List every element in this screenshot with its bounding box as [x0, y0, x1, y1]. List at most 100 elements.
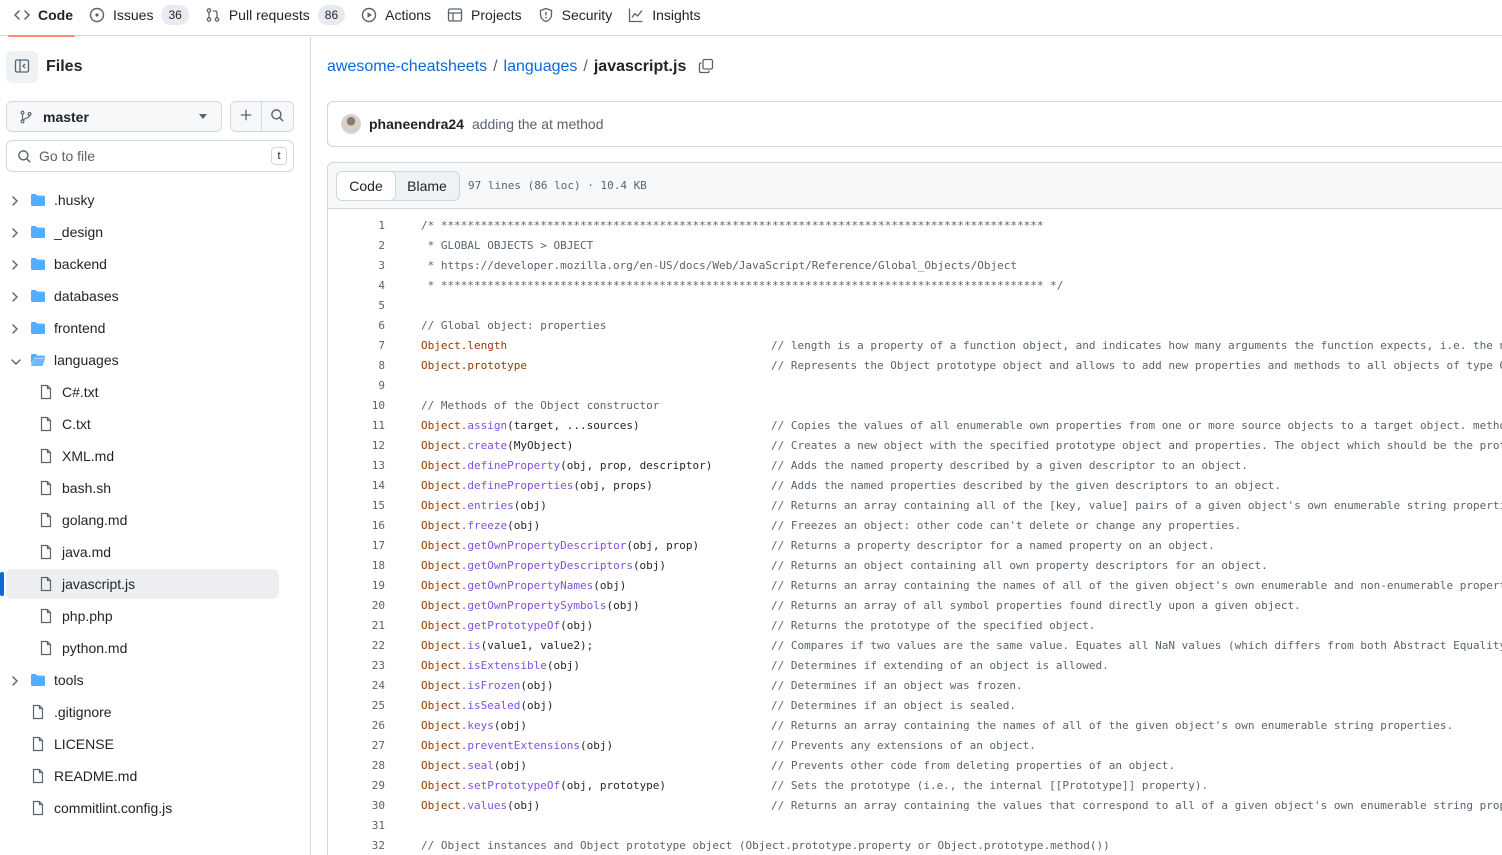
line-number[interactable]: 4: [328, 276, 385, 296]
chevron-right-icon[interactable]: [10, 674, 20, 686]
tree-file-commitlint-config-js[interactable]: commitlint.config.js: [6, 793, 279, 823]
go-to-file-input[interactable]: Go to file t: [6, 140, 294, 172]
line-number[interactable]: 16: [328, 516, 385, 536]
tree-file-golang-md[interactable]: golang.md: [6, 505, 279, 535]
line-number[interactable]: 6: [328, 316, 385, 336]
tree-folder-languages[interactable]: languages: [6, 345, 279, 375]
line-number[interactable]: 20: [328, 596, 385, 616]
tree-file-license[interactable]: LICENSE: [6, 729, 279, 759]
line-number[interactable]: 9: [328, 376, 385, 396]
branch-selector[interactable]: master: [6, 101, 222, 132]
breadcrumb-dir-link[interactable]: languages: [504, 58, 578, 76]
line-number[interactable]: 11: [328, 416, 385, 436]
chevron-right-icon[interactable]: [10, 258, 20, 270]
tree-folder-databases[interactable]: databases: [6, 281, 279, 311]
line-content: Object.defineProperty(obj, prop, descrip…: [421, 456, 712, 476]
code-member-token: .values: [460, 799, 508, 812]
line-number[interactable]: 13: [328, 456, 385, 476]
line-number[interactable]: 29: [328, 776, 385, 796]
tree-file-python-md[interactable]: python.md: [6, 633, 279, 663]
breadcrumb-separator: /: [583, 58, 588, 75]
code-member-token: .defineProperties: [460, 479, 574, 492]
code-line: 17 Object.getOwnPropertyDescriptor(obj, p…: [328, 536, 1502, 556]
collapse-sidebar-button[interactable]: [6, 51, 38, 83]
line-number[interactable]: 1: [328, 216, 385, 236]
chevron-right-icon[interactable]: [10, 194, 20, 206]
line-number[interactable]: 24: [328, 676, 385, 696]
line-number[interactable]: 31: [328, 816, 385, 836]
line-number[interactable]: 8: [328, 356, 385, 376]
chevron-right-icon[interactable]: [10, 322, 20, 334]
line-number[interactable]: 28: [328, 756, 385, 776]
line-number[interactable]: 15: [328, 496, 385, 516]
commit-message[interactable]: adding the at method: [472, 116, 604, 132]
line-content: /* *************************************…: [421, 219, 1044, 232]
tree-folder-tools[interactable]: tools: [6, 665, 279, 695]
tree-file-gitignore[interactable]: .gitignore: [6, 697, 279, 727]
line-number[interactable]: 2: [328, 236, 385, 256]
chevron-right-icon[interactable]: [10, 226, 20, 238]
search-files-button[interactable]: [262, 101, 294, 132]
code-line: 18 Object.getOwnPropertyDescriptors(obj) /…: [328, 556, 1502, 576]
tab-actions[interactable]: Actions: [355, 0, 441, 36]
tab-insights[interactable]: Insights: [622, 0, 710, 36]
line-content: Object.freeze(obj): [421, 516, 540, 536]
line-number[interactable]: 3: [328, 256, 385, 276]
code-comment-token: // Sets the prototype (i.e., the interna…: [771, 779, 1209, 792]
tab-issues[interactable]: Issues 36: [83, 0, 199, 36]
line-number[interactable]: 22: [328, 636, 385, 656]
line-number[interactable]: 26: [328, 716, 385, 736]
line-content: * https://developer.mozilla.org/en-US/do…: [421, 259, 1018, 272]
tab-label: Pull requests: [228, 6, 310, 23]
code-view-button[interactable]: Code: [336, 170, 396, 201]
copy-path-icon[interactable]: [698, 58, 716, 76]
tree-file-xml-md[interactable]: XML.md: [6, 441, 279, 471]
line-number[interactable]: 12: [328, 436, 385, 456]
tree-folder-design[interactable]: _design: [6, 217, 279, 247]
tab-security[interactable]: Security: [532, 0, 623, 36]
chevron-right-icon[interactable]: [10, 290, 20, 302]
tab-projects[interactable]: Projects: [441, 0, 532, 36]
code-line: 28 Object.seal(obj) // Prevents other code…: [328, 756, 1502, 776]
line-number[interactable]: 30: [328, 796, 385, 816]
line-number[interactable]: 25: [328, 696, 385, 716]
line-number[interactable]: 27: [328, 736, 385, 756]
line-number[interactable]: 7: [328, 336, 385, 356]
line-number[interactable]: 32: [328, 836, 385, 855]
breadcrumb-repo-link[interactable]: awesome-cheatsheets: [327, 58, 487, 76]
tree-item-label: golang.md: [62, 512, 128, 528]
repo-nav: Code Issues 36 Pull requests 86 Actions …: [0, 0, 1502, 37]
file-viewer: Code Blame 97 lines (86 loc) · 10.4 KB 1…: [327, 162, 1502, 855]
line-content: // Object instances and Object prototype…: [421, 839, 1110, 852]
tab-code[interactable]: Code: [8, 0, 83, 37]
tree-file-javascript-js[interactable]: javascript.js: [6, 569, 279, 599]
tree-file-c-txt[interactable]: C.txt: [6, 409, 279, 439]
line-content: // Methods of the Object constructor: [421, 399, 660, 412]
line-number[interactable]: 5: [328, 296, 385, 316]
commit-author[interactable]: phaneendra24: [369, 116, 464, 132]
tree-file-java-md[interactable]: java.md: [6, 537, 279, 567]
tree-file-readme-md[interactable]: README.md: [6, 761, 279, 791]
line-number[interactable]: 10: [328, 396, 385, 416]
line-number[interactable]: 17: [328, 536, 385, 556]
tab-pull-requests[interactable]: Pull requests 86: [199, 0, 355, 36]
code-args-token: (obj): [593, 579, 627, 592]
line-number[interactable]: 21: [328, 616, 385, 636]
line-number[interactable]: 19: [328, 576, 385, 596]
chevron-down-icon[interactable]: [10, 354, 21, 366]
avatar[interactable]: [341, 114, 361, 134]
tree-item-label: bash.sh: [62, 480, 112, 496]
folder-icon: [30, 192, 46, 208]
tree-folder-backend[interactable]: backend: [6, 249, 279, 279]
code-line: 29 Object.setPrototypeOf(obj, prototype) /…: [328, 776, 1502, 796]
line-number[interactable]: 14: [328, 476, 385, 496]
add-file-button[interactable]: [230, 101, 262, 132]
tree-folder-husky[interactable]: .husky: [6, 185, 279, 215]
line-number[interactable]: 23: [328, 656, 385, 676]
line-number[interactable]: 18: [328, 556, 385, 576]
blame-view-button[interactable]: Blame: [395, 172, 459, 200]
tree-file-php-php[interactable]: php.php: [6, 601, 279, 631]
tree-file-c-txt[interactable]: C#.txt: [6, 377, 279, 407]
tree-folder-frontend[interactable]: frontend: [6, 313, 279, 343]
tree-file-bash-sh[interactable]: bash.sh: [6, 473, 279, 503]
